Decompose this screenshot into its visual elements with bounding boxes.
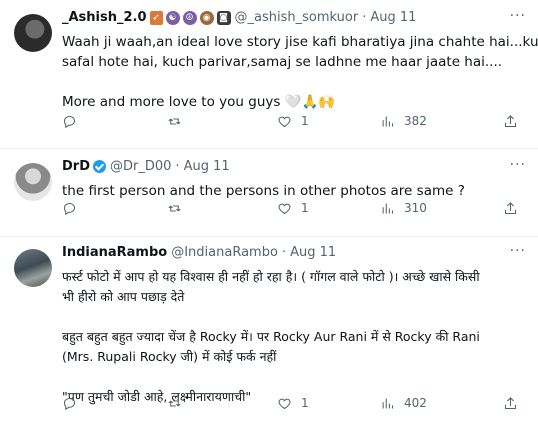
heart-icon xyxy=(278,398,291,409)
like-button[interactable]: 1 xyxy=(277,396,309,411)
retweet-button[interactable] xyxy=(167,114,182,129)
separator-dot: · xyxy=(175,159,180,174)
like-count: 1 xyxy=(301,201,309,215)
reply-icon xyxy=(63,397,76,410)
tweet-text-line: Waah ji waah,an ideal love story jise ka… xyxy=(62,34,538,50)
avatar[interactable] xyxy=(14,249,52,287)
like-count: 1 xyxy=(301,114,309,128)
author-handle[interactable]: @_ashish_somkuor xyxy=(235,10,359,25)
reply-icon xyxy=(63,202,76,215)
share-icon xyxy=(504,114,517,127)
bow-arrow-emoji-icon: ➶ xyxy=(149,10,163,25)
tweet-date[interactable]: Aug 11 xyxy=(184,159,230,174)
reply-button[interactable] xyxy=(62,201,77,216)
avatar[interactable] xyxy=(14,14,52,52)
tweet-date[interactable]: Aug 11 xyxy=(290,245,336,260)
yin-yang-emoji-icon: ☯ xyxy=(165,10,180,25)
retweet-icon xyxy=(168,204,181,212)
views-chart-icon xyxy=(382,398,394,408)
tweet-header: DrD @Dr_D00 · Aug 11 xyxy=(62,159,230,174)
tweet-text-line: safal hote hai, kuch parivar,samaj se la… xyxy=(62,54,503,70)
tweet-text: the first person and the persons in othe… xyxy=(62,181,522,201)
author-handle[interactable]: @Dr_D00 xyxy=(110,159,171,174)
tweet-text-line: भी हीरो को आप पछाड़ देते xyxy=(62,289,185,304)
author-name[interactable]: DrD xyxy=(62,159,90,174)
heart-icon xyxy=(278,116,291,127)
share-button[interactable] xyxy=(503,114,518,129)
tweet-date[interactable]: Aug 11 xyxy=(370,10,416,25)
view-count: 382 xyxy=(404,114,427,128)
tweet-text-line: बहुत बहुत बहुत ज्यादा चेंज है Rocky में।… xyxy=(62,329,480,344)
author-name[interactable]: _Ashish_2.0 xyxy=(62,10,147,25)
share-icon xyxy=(504,396,517,409)
retweet-icon xyxy=(168,117,181,125)
views-button[interactable]: 402 xyxy=(380,396,427,411)
views-chart-icon xyxy=(382,116,394,126)
view-count: 402 xyxy=(404,396,427,410)
share-button[interactable] xyxy=(503,201,518,216)
share-button[interactable] xyxy=(503,396,518,411)
verified-badge-icon xyxy=(93,160,106,173)
tweet-text: Waah ji waah,an ideal love story jise ka… xyxy=(62,32,538,112)
tweet[interactable]: _Ashish_2.0 ➶ ☯ ☮ ◉ ◙ @_ashish_somkuor ·… xyxy=(0,0,538,149)
author-name[interactable]: IndianaRambo xyxy=(62,245,167,260)
views-button[interactable]: 382 xyxy=(380,114,427,129)
tweet[interactable]: DrD @Dr_D00 · Aug 11 ··· the first perso… xyxy=(0,149,538,237)
camera-emoji-icon: ◙ xyxy=(216,10,231,25)
avatar[interactable] xyxy=(14,163,52,201)
more-dots-icon[interactable]: ··· xyxy=(510,157,526,173)
heart-icon xyxy=(278,203,291,214)
tweet-text: फर्स्ट फोटो में आप हो यह विश्वास ही नहीं… xyxy=(62,267,522,407)
peace-emoji-icon: ☮ xyxy=(182,10,197,25)
tweet-text-line: the first person and the persons in othe… xyxy=(62,183,465,199)
views-chart-icon xyxy=(382,203,394,213)
owl-emoji-icon: ◉ xyxy=(199,10,214,25)
retweet-button[interactable] xyxy=(167,396,182,411)
separator-dot: · xyxy=(281,245,287,260)
views-button[interactable]: 310 xyxy=(380,201,427,216)
tweet-text-line: More and more love to you guys 🤍🙏🙌 xyxy=(62,94,336,110)
share-icon xyxy=(504,201,517,214)
more-dots-icon[interactable]: ··· xyxy=(510,8,526,24)
more-dots-icon[interactable]: ··· xyxy=(510,243,526,259)
retweet-button[interactable] xyxy=(167,201,182,216)
like-button[interactable]: 1 xyxy=(277,201,309,216)
tweet-header: _Ashish_2.0 ➶ ☯ ☮ ◉ ◙ @_ashish_somkuor ·… xyxy=(62,10,416,25)
reply-button[interactable] xyxy=(62,114,77,129)
tweet[interactable]: IndianaRambo @IndianaRambo · Aug 11 ··· … xyxy=(0,237,538,431)
author-handle[interactable]: @IndianaRambo xyxy=(171,245,278,260)
like-count: 1 xyxy=(301,396,309,410)
tweet-header: IndianaRambo @IndianaRambo · Aug 11 xyxy=(62,245,336,260)
reply-icon xyxy=(63,115,76,128)
tweet-text-line: फर्स्ट फोटो में आप हो यह विश्वास ही नहीं… xyxy=(62,269,480,284)
tweet-text-line: (Mrs. Rupali Rocky जी) में कोई फर्क नहीं xyxy=(62,349,277,364)
reply-button[interactable] xyxy=(62,396,77,411)
like-button[interactable]: 1 xyxy=(277,114,309,129)
retweet-icon xyxy=(168,399,181,407)
view-count: 310 xyxy=(404,201,427,215)
separator-dot: · xyxy=(362,10,367,25)
